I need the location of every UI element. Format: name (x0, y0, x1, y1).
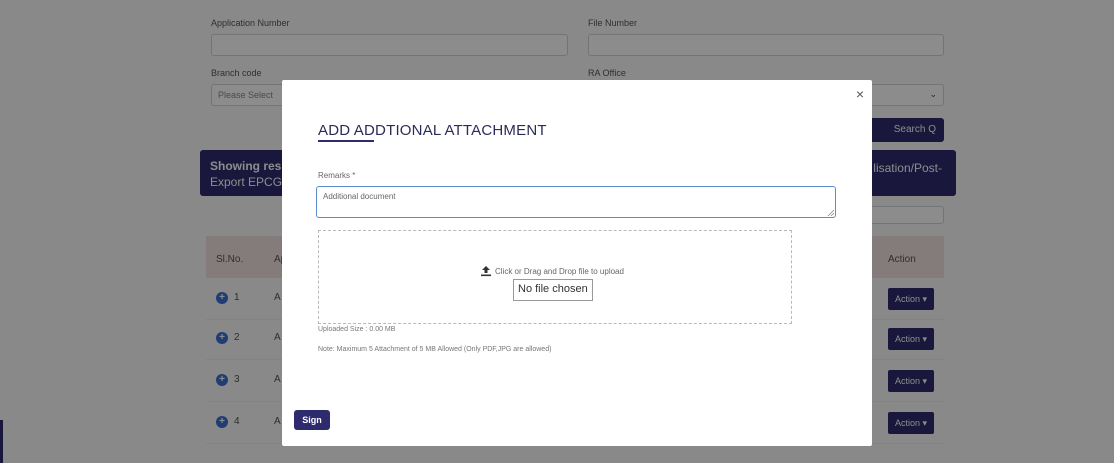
add-attachment-modal: × ADD ADDTIONAL ATTACHMENT Remarks * Add… (282, 80, 872, 446)
file-input[interactable]: No file chosen (513, 279, 593, 301)
uploaded-size-text: Uploaded Size : 0.00 MB (318, 326, 396, 333)
upload-icon (481, 266, 491, 277)
modal-title: ADD ADDTIONAL ATTACHMENT (318, 122, 547, 139)
resize-grip-icon[interactable] (827, 209, 835, 217)
remarks-label: Remarks * (318, 171, 356, 180)
title-underline (318, 140, 374, 142)
sign-button[interactable]: Sign (294, 410, 330, 430)
close-icon[interactable]: × (856, 86, 864, 102)
upload-prompt: Click or Drag and Drop file to upload (495, 267, 624, 276)
file-drop-zone[interactable]: Click or Drag and Drop file to upload No… (318, 230, 792, 324)
remarks-textarea[interactable]: Additional document (316, 186, 836, 218)
attachment-note: Note: Maximum 5 Attachment of 5 MB Allow… (318, 346, 552, 353)
